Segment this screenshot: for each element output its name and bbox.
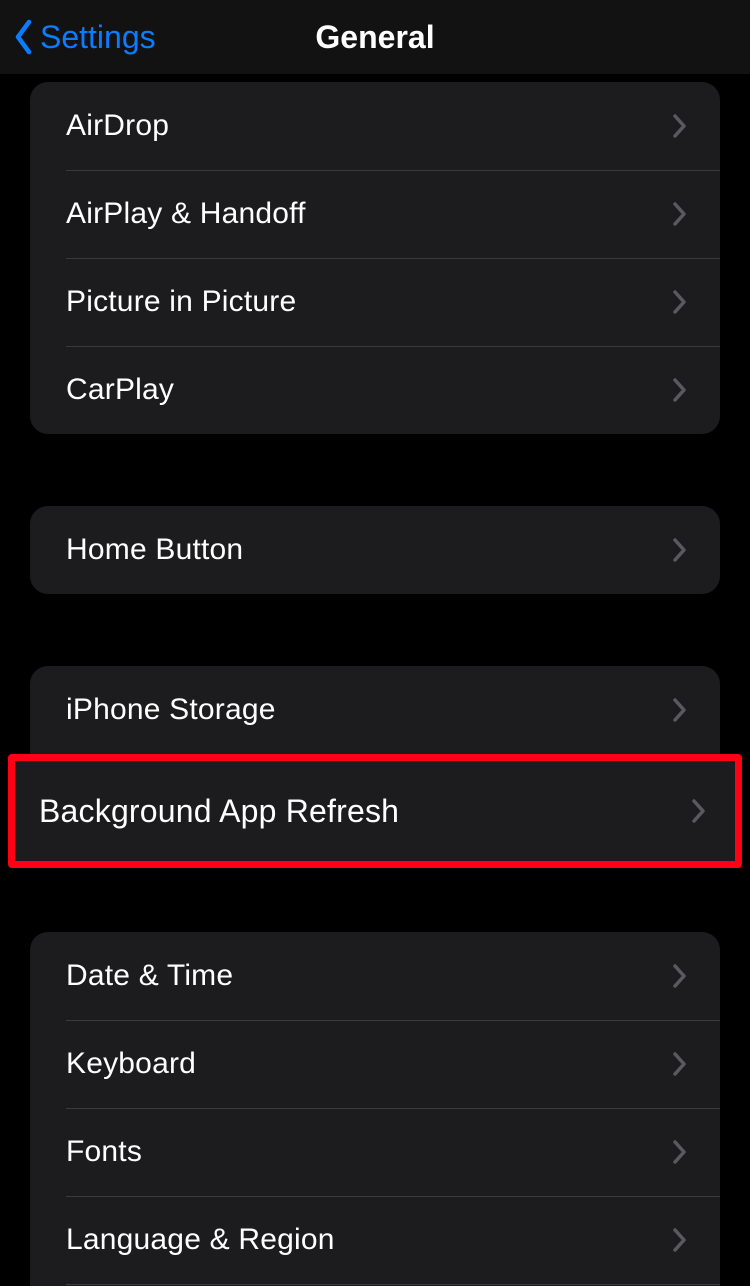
row-picture-in-picture[interactable]: Picture in Picture	[30, 258, 720, 346]
navigation-bar: Settings General	[0, 0, 750, 74]
row-airdrop[interactable]: AirDrop	[30, 82, 720, 170]
row-background-app-refresh[interactable]: Background App Refresh	[15, 761, 735, 861]
chevron-right-icon	[672, 113, 688, 139]
chevron-right-icon	[672, 537, 688, 563]
chevron-right-icon	[672, 377, 688, 403]
row-label: Language & Region	[66, 1223, 335, 1257]
chevron-right-icon	[672, 289, 688, 315]
row-label: AirPlay & Handoff	[66, 197, 306, 231]
settings-group: AirDrop AirPlay & Handoff Picture in Pic…	[30, 82, 720, 434]
settings-group: iPhone Storage	[30, 666, 720, 754]
row-fonts[interactable]: Fonts	[30, 1108, 720, 1196]
row-label: AirDrop	[66, 109, 169, 143]
back-button[interactable]: Settings	[14, 19, 156, 56]
row-iphone-storage[interactable]: iPhone Storage	[30, 666, 720, 754]
row-home-button[interactable]: Home Button	[30, 506, 720, 594]
chevron-right-icon	[691, 798, 707, 824]
row-label: iPhone Storage	[66, 693, 276, 727]
back-label: Settings	[40, 19, 156, 56]
highlighted-row-frame: Background App Refresh	[8, 754, 742, 868]
chevron-right-icon	[672, 1051, 688, 1077]
row-airplay-handoff[interactable]: AirPlay & Handoff	[30, 170, 720, 258]
row-keyboard[interactable]: Keyboard	[30, 1020, 720, 1108]
settings-group: Date & Time Keyboard Fonts Language & Re…	[30, 932, 720, 1286]
settings-group: Home Button	[30, 506, 720, 594]
row-label: Fonts	[66, 1135, 142, 1169]
chevron-right-icon	[672, 1227, 688, 1253]
chevron-right-icon	[672, 1139, 688, 1165]
row-label: Background App Refresh	[39, 793, 399, 830]
row-carplay[interactable]: CarPlay	[30, 346, 720, 434]
row-label: Date & Time	[66, 959, 233, 993]
settings-content: AirDrop AirPlay & Handoff Picture in Pic…	[0, 82, 750, 1286]
chevron-left-icon	[14, 19, 34, 55]
row-label: Home Button	[66, 533, 243, 567]
row-date-time[interactable]: Date & Time	[30, 932, 720, 1020]
chevron-right-icon	[672, 201, 688, 227]
row-label: Picture in Picture	[66, 285, 296, 319]
row-label: Keyboard	[66, 1047, 196, 1081]
row-label: CarPlay	[66, 373, 174, 407]
chevron-right-icon	[672, 963, 688, 989]
chevron-right-icon	[672, 697, 688, 723]
settings-group: Background App Refresh	[15, 761, 735, 861]
row-language-region[interactable]: Language & Region	[30, 1196, 720, 1284]
